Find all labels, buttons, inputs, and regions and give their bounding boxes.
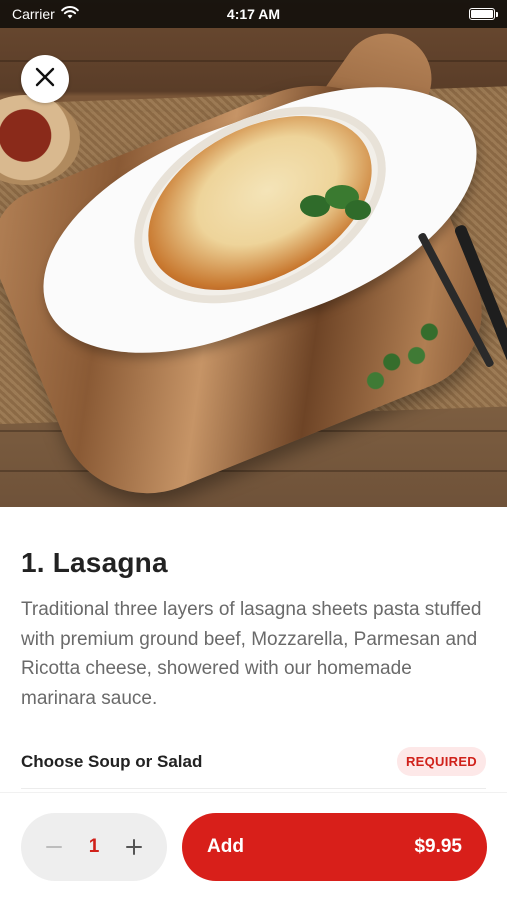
- item-title: 1. Lasagna: [21, 547, 168, 578]
- item-hero-image: [0, 0, 507, 507]
- quantity-stepper: 1: [21, 813, 167, 881]
- wifi-icon: [60, 6, 79, 22]
- carrier-label: Carrier: [12, 6, 55, 22]
- close-icon: [35, 67, 55, 92]
- plus-icon: [125, 839, 142, 855]
- item-details: 1. Lasagna Traditional three layers of l…: [0, 507, 507, 789]
- option-row-soup-salad[interactable]: Choose Soup or Salad REQUIRED: [21, 747, 486, 789]
- bottom-action-bar: 1 Add $9.95: [0, 792, 507, 900]
- decrement-button[interactable]: [41, 834, 67, 860]
- close-button[interactable]: [21, 55, 69, 103]
- battery-icon: [469, 8, 498, 20]
- add-button-label: Add: [207, 836, 244, 857]
- quantity-value: 1: [88, 836, 100, 857]
- minus-icon: [46, 846, 62, 848]
- option-label: Choose Soup or Salad: [21, 751, 203, 771]
- required-badge: REQUIRED: [396, 747, 486, 776]
- item-description: Traditional three layers of lasagna shee…: [21, 599, 482, 709]
- status-bar: Carrier 4:17 AM: [0, 0, 507, 28]
- add-to-cart-button[interactable]: Add $9.95: [182, 813, 487, 881]
- increment-button[interactable]: [121, 834, 147, 860]
- add-button-price: $9.95: [414, 836, 462, 857]
- battery-level: [471, 10, 493, 18]
